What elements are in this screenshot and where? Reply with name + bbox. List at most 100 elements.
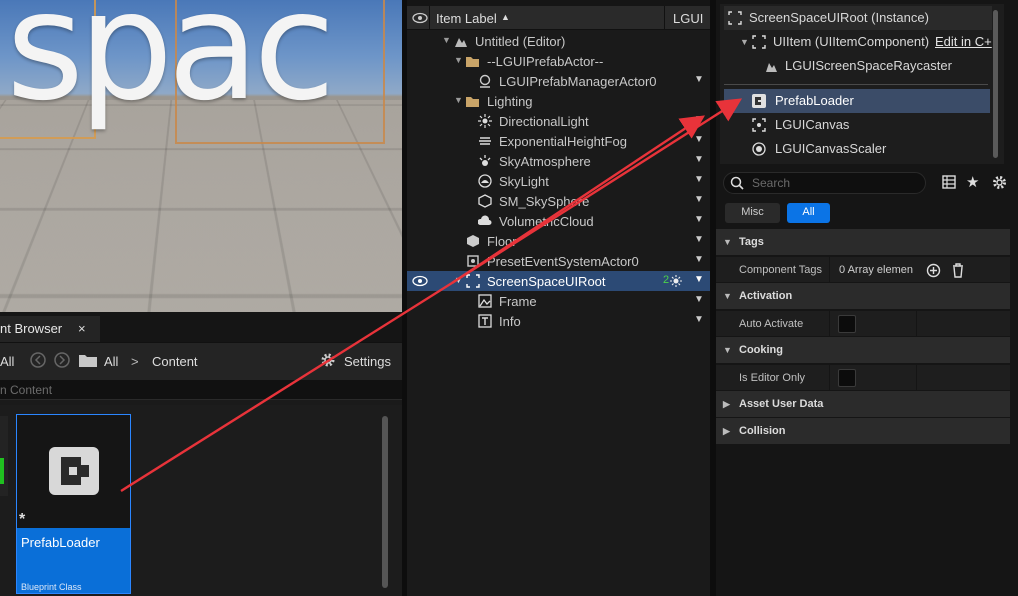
tree-row-skylight[interactable]: SkyLight ▼ <box>407 171 710 191</box>
ui-root-icon <box>466 274 480 288</box>
table-view-icon[interactable] <box>942 175 956 189</box>
blueprint-component-icon <box>752 94 766 108</box>
folder-open-icon <box>466 97 479 107</box>
tree-row-screenspaceuiroot[interactable]: ▼ ScreenSpaceUIRoot 2 ▼ <box>407 271 710 291</box>
content-search-input[interactable]: n Content <box>0 380 402 400</box>
gear-icon[interactable] <box>992 175 1007 190</box>
component-separator <box>724 84 988 85</box>
eye-icon[interactable] <box>412 12 428 24</box>
row-dropdown-icon[interactable]: ▼ <box>694 174 704 185</box>
asset-scrollbar[interactable] <box>382 416 388 588</box>
path-root[interactable]: All <box>104 354 118 369</box>
actor-icon <box>479 74 491 88</box>
tree-row-prefab-manager[interactable]: LGUIPrefabManagerActor0 ▼ <box>407 71 710 91</box>
path-content[interactable]: Content <box>152 354 198 369</box>
category-asset-user-data[interactable]: ▶ Asset User Data <box>716 391 1010 417</box>
row-dropdown-icon[interactable]: ▼ <box>694 234 704 245</box>
sort-ascending-icon[interactable]: ▲ <box>501 12 510 22</box>
tree-row-volumetriccloud[interactable]: VolumetricCloud ▼ <box>407 211 710 231</box>
is-editor-only-checkbox[interactable] <box>838 369 856 387</box>
collapse-arrow-icon[interactable]: ▼ <box>454 275 463 285</box>
asset-thumbnail: * <box>17 415 130 528</box>
component-root-instance[interactable]: ScreenSpaceUIRoot (Instance) <box>724 6 992 30</box>
filter-all[interactable]: All <box>787 203 830 223</box>
level-viewport[interactable]: spac <box>0 0 402 312</box>
ui-item-icon <box>752 35 766 49</box>
asset-type: Blueprint Class <box>21 582 82 592</box>
row-dropdown-icon[interactable]: ▼ <box>694 314 704 325</box>
gear-icon[interactable] <box>320 352 336 368</box>
viewport-gizmo <box>0 298 40 304</box>
add-element-icon[interactable] <box>926 263 941 278</box>
component-lguicanvas[interactable]: LGUICanvas <box>724 113 994 137</box>
outliner-header: Item Label ▲ LGUI <box>407 6 710 30</box>
row-dropdown-icon[interactable]: ▼ <box>694 294 704 305</box>
collapse-arrow-icon[interactable]: ▼ <box>740 37 749 47</box>
folder-icon[interactable] <box>79 353 97 367</box>
collapse-arrow-icon[interactable]: ▼ <box>442 35 451 45</box>
row-dropdown-icon[interactable]: ▼ <box>694 194 704 205</box>
blueprint-class-icon <box>49 447 99 495</box>
image-icon <box>478 294 492 308</box>
column-item-label[interactable]: Item Label <box>436 11 497 26</box>
category-cooking[interactable]: ▼ Cooking <box>716 337 1010 363</box>
category-activation[interactable]: ▼ Activation <box>716 283 1010 309</box>
tree-row-skysphere[interactable]: SM_SkySphere ▼ <box>407 191 710 211</box>
tree-row-skyatmosphere[interactable]: SkyAtmosphere ▼ <box>407 151 710 171</box>
asset-edge <box>0 416 8 496</box>
close-icon[interactable]: × <box>78 321 86 336</box>
folder-open-icon <box>466 57 479 67</box>
row-dropdown-icon[interactable]: ▼ <box>694 74 704 85</box>
add-button-label[interactable]: All <box>0 354 14 369</box>
tree-row-frame[interactable]: Frame ▼ <box>407 291 710 311</box>
tab-label: nt Browser <box>0 321 63 336</box>
content-browser: nt Browser × All All > Content Settings … <box>0 316 402 596</box>
favorites-star-icon[interactable]: ★ <box>966 173 979 191</box>
tree-row-preset-event-system[interactable]: PresetEventSystemActor0 ▼ <box>407 251 710 271</box>
component-canvasscaler[interactable]: LGUICanvasScaler <box>724 137 994 161</box>
column-lgui[interactable]: LGUI <box>673 11 703 26</box>
tree-row-directionallight[interactable]: DirectionalLight ▼ <box>407 111 710 131</box>
tree-row-lighting[interactable]: ▼ Lighting <box>407 91 710 111</box>
component-raycaster[interactable]: LGUIScreenSpaceRaycaster <box>724 54 994 78</box>
tree-row-heightfog[interactable]: ExponentialHeightFog ▼ <box>407 131 710 151</box>
filter-misc[interactable]: Misc <box>725 203 780 223</box>
lgui-sun-icon <box>670 275 682 287</box>
fog-icon <box>479 137 491 145</box>
trash-icon[interactable] <box>951 263 965 278</box>
eye-icon[interactable] <box>412 275 428 287</box>
skylight-icon <box>478 174 492 188</box>
world-outliner: Item Label ▲ LGUI ▼ Untitled (Editor) ▼ … <box>407 6 710 596</box>
row-dropdown-icon[interactable]: ▼ <box>694 154 704 165</box>
row-dropdown-icon[interactable]: ▼ <box>694 134 704 145</box>
property-list: ▼ Tags Component Tags 0 Array elemen ▼ Act… <box>716 229 1010 459</box>
category-tags[interactable]: ▼ Tags <box>716 229 1010 255</box>
asset-tile-prefabloader[interactable]: * PrefabLoader Blueprint Class <box>16 414 131 594</box>
tree-row-floor[interactable]: Floor ▼ <box>407 231 710 251</box>
back-icon[interactable] <box>30 352 46 368</box>
components-scrollbar[interactable] <box>993 10 998 158</box>
details-search-input[interactable]: Search <box>723 172 926 194</box>
row-dropdown-icon[interactable]: ▼ <box>694 114 704 125</box>
tree-row-info[interactable]: Info ▼ <box>407 311 710 331</box>
collapse-arrow-icon[interactable]: ▼ <box>454 95 463 105</box>
search-icon <box>730 176 744 190</box>
category-collision[interactable]: ▶ Collision <box>716 418 1010 444</box>
tree-row-untitled[interactable]: ▼ Untitled (Editor) <box>407 31 710 51</box>
outliner-tree: ▼ Untitled (Editor) ▼ --LGUIPrefabActor-… <box>407 31 710 351</box>
row-dropdown-icon[interactable]: ▼ <box>694 254 704 265</box>
edit-in-cpp-link[interactable]: Edit in C+ <box>935 34 992 49</box>
collapse-arrow-icon[interactable]: ▼ <box>454 55 463 65</box>
settings-button[interactable]: Settings <box>344 354 391 369</box>
row-dropdown-icon[interactable]: ▼ <box>694 274 704 285</box>
row-dropdown-icon[interactable]: ▼ <box>694 214 704 225</box>
ui-root-icon <box>728 11 742 25</box>
tree-row-lguiprefabactor[interactable]: ▼ --LGUIPrefabActor-- <box>407 51 710 71</box>
sun-icon <box>478 114 492 128</box>
cloud-icon <box>478 215 492 225</box>
forward-icon[interactable] <box>54 352 70 368</box>
component-tags-value: 0 Array elemen <box>839 264 913 276</box>
auto-activate-checkbox[interactable] <box>838 315 856 333</box>
component-uiitem[interactable]: ▼ UIItem (UIItemComponent) Edit in C+ <box>724 30 1004 54</box>
component-prefabloader[interactable]: PrefabLoader <box>724 89 990 113</box>
